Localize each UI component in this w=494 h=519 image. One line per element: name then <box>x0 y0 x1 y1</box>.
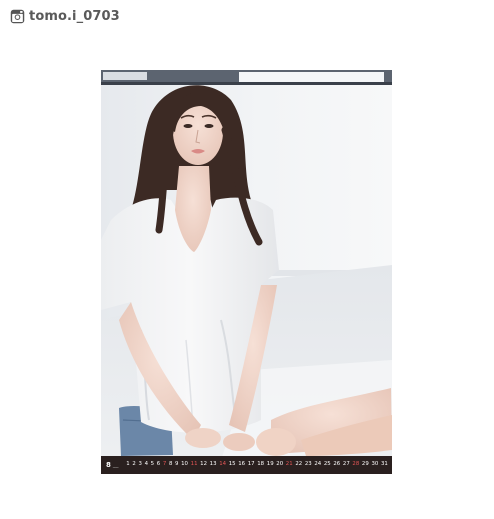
calendar-day: 27 <box>342 461 350 468</box>
calendar-day: 19 <box>266 461 274 468</box>
calendar-day: 25 <box>323 461 331 468</box>
calendar-month: 8 <box>106 461 111 469</box>
calendar-day: 11 <box>190 461 198 468</box>
calendar-day: 26 <box>333 461 341 468</box>
calendar-day: 7 <box>162 461 167 468</box>
calendar-day: 24 <box>314 461 322 468</box>
calendar-days: 1 2 3 4 5 6 7 8 9 10 11 12 13 14 15 16 17 18 19 20 21 22 23 24 2… <box>126 461 388 468</box>
photo-illustration <box>101 70 392 474</box>
calendar-day: 31 <box>380 461 388 468</box>
calendar-day: 18 <box>257 461 265 468</box>
post-header: tomo.i_0703 <box>10 7 120 25</box>
instagram-icon[interactable] <box>10 9 25 24</box>
calendar-day: 29 <box>361 461 369 468</box>
calendar-day: 17 <box>247 461 255 468</box>
calendar-day: 5 <box>150 461 155 468</box>
calendar-month-suffix: ___ <box>112 462 119 468</box>
calendar-day: 30 <box>371 461 379 468</box>
calendar-day: 10 <box>181 461 188 468</box>
calendar-strip: 8 ___ 1 2 3 4 5 6 7 8 9 10 11 12 13 14 15 16 17 18 19 20 21 2… <box>101 456 392 474</box>
calendar-day: 1 <box>126 461 130 468</box>
calendar-photo <box>101 70 392 474</box>
calendar-day: 13 <box>209 461 217 468</box>
calendar-day: 3 <box>138 461 142 468</box>
calendar-day: 23 <box>304 461 312 468</box>
username[interactable]: tomo.i_0703 <box>29 9 120 24</box>
calendar-day: 9 <box>175 461 179 468</box>
calendar-day: 4 <box>144 461 148 468</box>
calendar-day: 21 <box>285 461 293 468</box>
calendar-day: 8 <box>168 461 173 468</box>
calendar-day: 6 <box>156 461 161 468</box>
calendar-day: 22 <box>295 461 303 468</box>
calendar-day: 15 <box>228 461 236 468</box>
calendar-day: 20 <box>276 461 284 468</box>
calendar-day: 28 <box>352 461 360 468</box>
calendar-day: 2 <box>132 461 136 468</box>
calendar-day: 14 <box>219 461 227 468</box>
calendar-day: 12 <box>200 461 208 468</box>
calendar-day: 16 <box>238 461 246 468</box>
